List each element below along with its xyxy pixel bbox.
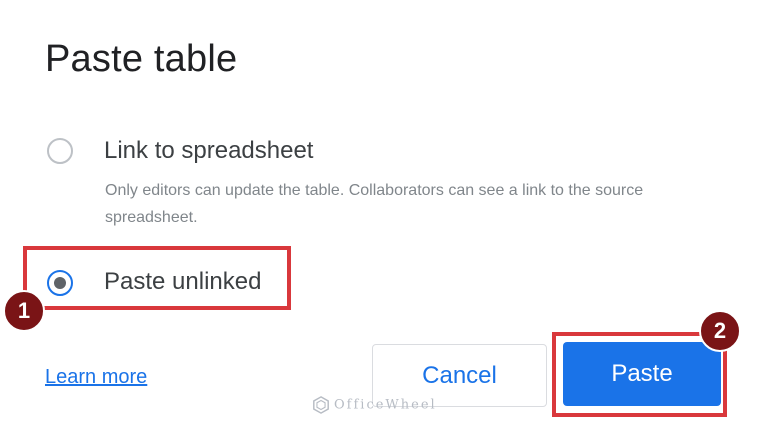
step2-highlight xyxy=(552,332,727,417)
step1-marker: 1 xyxy=(3,290,45,332)
link-to-spreadsheet-radio[interactable] xyxy=(47,138,73,164)
watermark-text: OfficeWheel xyxy=(334,397,437,413)
step2-marker: 2 xyxy=(699,310,741,352)
paste-table-dialog: Paste table Link to spreadsheet Only edi… xyxy=(0,0,767,448)
officewheel-logo-icon xyxy=(313,396,329,414)
link-to-spreadsheet-description: Only editors can update the table. Colla… xyxy=(105,182,644,226)
dialog-title: Paste table xyxy=(45,38,238,80)
learn-more-link[interactable]: Learn more xyxy=(45,366,147,389)
watermark: OfficeWheel xyxy=(312,396,437,414)
step1-highlight xyxy=(23,246,291,310)
link-to-spreadsheet-label[interactable]: Link to spreadsheet xyxy=(104,137,313,165)
